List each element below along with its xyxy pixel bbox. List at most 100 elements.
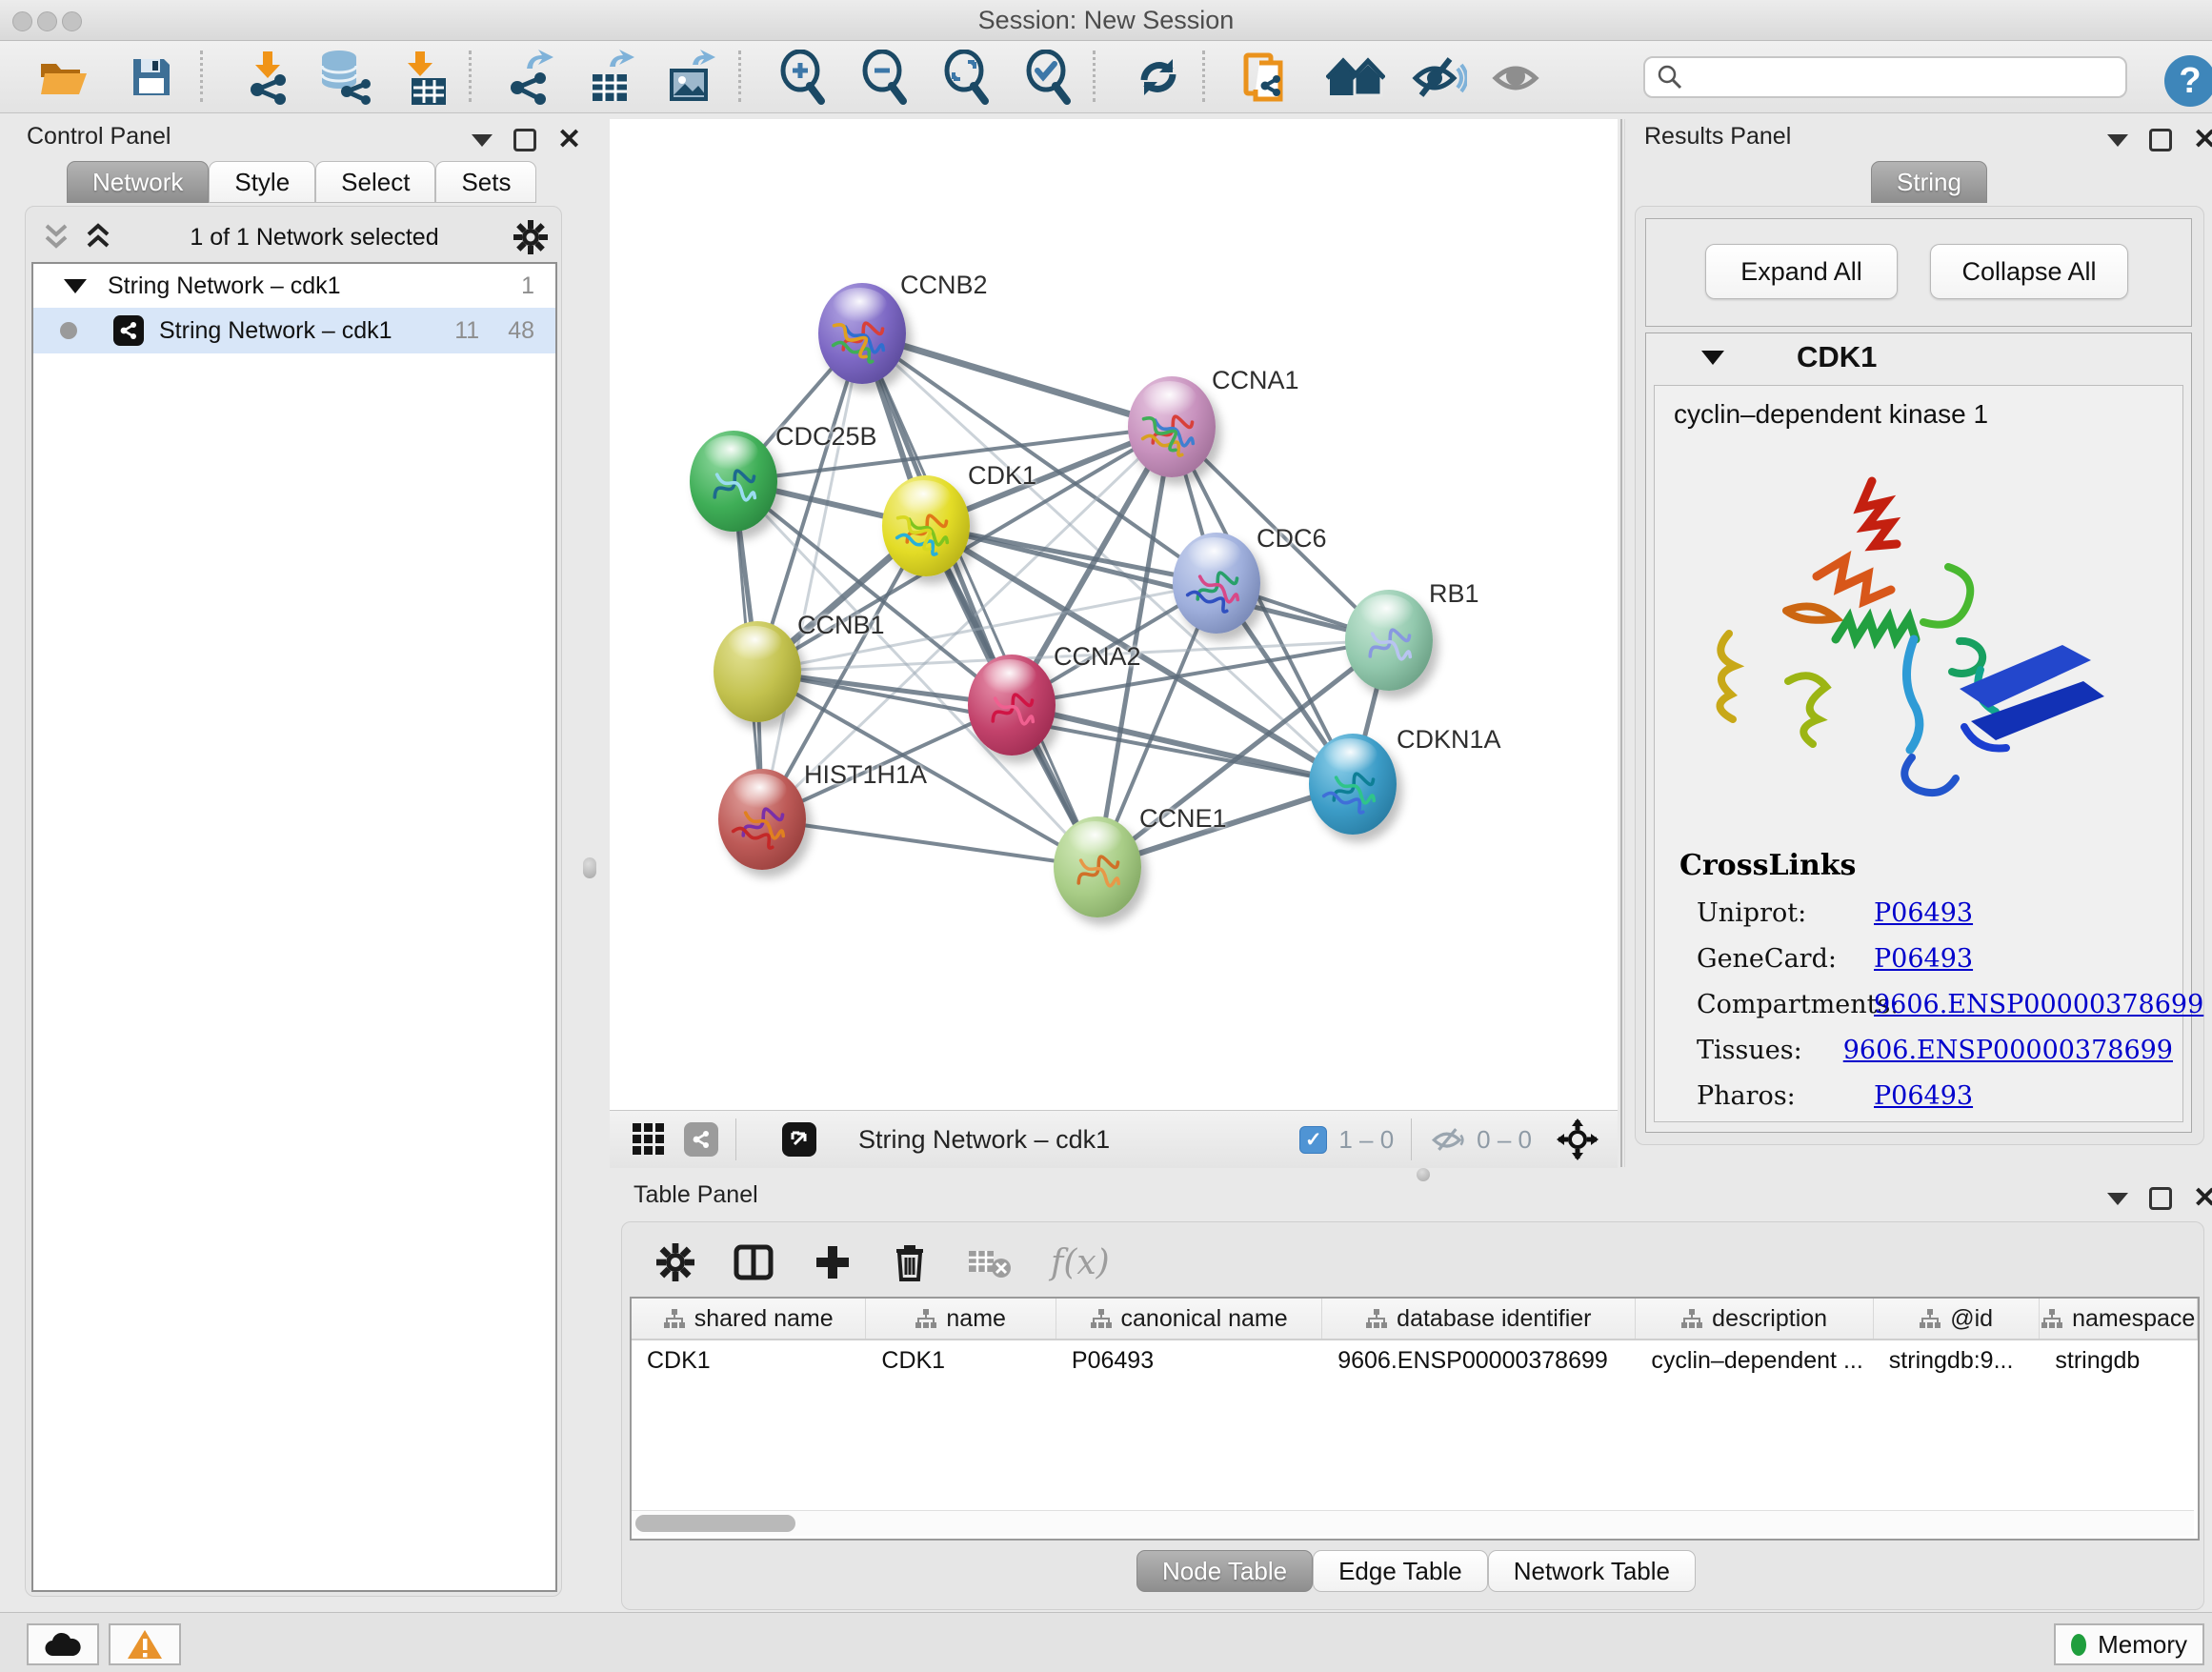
search-input[interactable]	[1691, 63, 2125, 91]
table-cell[interactable]: stringdb	[2040, 1347, 2198, 1375]
network-node-ccnb1[interactable]	[714, 621, 801, 722]
hide-selected-button[interactable]	[1410, 49, 1469, 106]
collection-expander-icon[interactable]	[64, 279, 87, 293]
column-header-namespace[interactable]: namespace	[2040, 1299, 2198, 1339]
table-row[interactable]: CDK1CDK1P064939606.ENSP00000378699cyclin…	[632, 1340, 2198, 1380]
crosslink-value-link[interactable]: 9606.ENSP00000378699	[1843, 1036, 2173, 1065]
column-header-database-identifier[interactable]: database identifier	[1322, 1299, 1636, 1339]
selected-checkbox-icon[interactable]: ✓	[1299, 1126, 1327, 1154]
save-session-button[interactable]	[122, 49, 181, 106]
crosslink-value-link[interactable]: P06493	[1874, 898, 1973, 928]
close-panel-icon[interactable]: ✕	[2193, 1190, 2212, 1207]
table-cell[interactable]: 9606.ENSP00000378699	[1322, 1347, 1636, 1375]
refresh-view-button[interactable]	[1129, 49, 1188, 106]
column-header-name[interactable]: name	[866, 1299, 1056, 1339]
show-all-button[interactable]	[1326, 49, 1385, 106]
tab-style[interactable]: Style	[209, 161, 315, 203]
network-node-cdc6[interactable]	[1173, 533, 1260, 634]
zoom-selected-button[interactable]	[1019, 49, 1078, 106]
add-column-icon[interactable]	[813, 1242, 853, 1282]
gear-icon[interactable]	[513, 220, 548, 254]
pan-crosshair-icon[interactable]	[1557, 1118, 1599, 1160]
column-header-description[interactable]: description	[1636, 1299, 1873, 1339]
maximize-panel-icon[interactable]	[2149, 129, 2172, 151]
show-hidden-button[interactable]	[1488, 49, 1547, 106]
tab-node-table[interactable]: Node Table	[1136, 1550, 1313, 1592]
table-cell[interactable]: CDK1	[632, 1347, 866, 1375]
network-node-ccna2[interactable]	[968, 655, 1056, 755]
node-label: CCNB1	[797, 611, 885, 640]
tab-network[interactable]: Network	[67, 161, 209, 203]
float-panel-icon[interactable]	[2107, 1193, 2128, 1205]
column-header-shared-name[interactable]: shared name	[632, 1299, 866, 1339]
float-panel-icon[interactable]	[2107, 134, 2128, 147]
network-row-selected[interactable]: String Network – cdk1 11 48	[33, 308, 555, 353]
show-columns-icon[interactable]	[733, 1241, 774, 1283]
network-node-cdk1[interactable]	[882, 475, 970, 576]
expand-all-button[interactable]: Expand All	[1705, 244, 1898, 299]
warning-status-button[interactable]	[109, 1623, 181, 1665]
close-panel-icon[interactable]: ✕	[2193, 131, 2212, 149]
maximize-panel-icon[interactable]	[2149, 1187, 2172, 1210]
tab-sets[interactable]: Sets	[435, 161, 536, 203]
zoom-out-button[interactable]	[855, 49, 915, 106]
results-panel-title: Results Panel	[1644, 123, 1791, 151]
delete-column-icon[interactable]	[891, 1241, 929, 1283]
gene-section-header[interactable]: CDK1	[1646, 333, 2191, 381]
help-button[interactable]: ?	[2164, 55, 2212, 107]
column-header-@id[interactable]: @id	[1874, 1299, 2041, 1339]
export-image-button[interactable]	[662, 49, 721, 106]
tab-string[interactable]: String	[1871, 161, 1987, 203]
crosslink-value-link[interactable]: P06493	[1874, 944, 1973, 974]
table-cell[interactable]: stringdb:9...	[1874, 1347, 2041, 1375]
network-node-ccne1[interactable]	[1054, 816, 1141, 917]
open-in-browser-icon[interactable]	[782, 1122, 816, 1157]
crosslinks-list: Uniprot:P06493GeneCard:P06493Compartment…	[1697, 898, 2173, 1127]
crosslink-value-link[interactable]: P06493	[1874, 1081, 1973, 1111]
network-node-ccna1[interactable]	[1128, 376, 1216, 477]
network-node-cdkn1a[interactable]	[1309, 734, 1397, 835]
collapse-all-icon[interactable]	[39, 222, 73, 252]
network-view-canvas[interactable]: CCNB2CCNA1CDC25BCDK1CDC6RB1CCNB1CCNA2CDK…	[610, 119, 1618, 1110]
zoom-in-button[interactable]	[774, 49, 833, 106]
maximize-panel-icon[interactable]	[513, 129, 536, 151]
cloud-status-button[interactable]	[27, 1623, 99, 1665]
import-network-from-database-button[interactable]	[314, 49, 373, 106]
crosslink-value-link[interactable]: 9606.ENSP00000378699	[1874, 990, 2203, 1019]
column-header-canonical-name[interactable]: canonical name	[1056, 1299, 1322, 1339]
network-collection-row[interactable]: String Network – cdk1 1	[33, 264, 555, 308]
tab-edge-table[interactable]: Edge Table	[1313, 1550, 1488, 1592]
panel-divider[interactable]	[1620, 119, 1622, 1167]
network-node-hist1h1a[interactable]	[718, 769, 806, 870]
search-box[interactable]	[1643, 56, 2127, 98]
network-type-badge-icon[interactable]	[684, 1122, 718, 1157]
left-splitter-handle[interactable]	[583, 857, 596, 878]
table-cell[interactable]: CDK1	[866, 1347, 1056, 1375]
float-panel-icon[interactable]	[472, 134, 493, 147]
birds-eye-grid-icon[interactable]	[631, 1121, 667, 1158]
hidden-eye-icon[interactable]	[1429, 1124, 1467, 1155]
zoom-fit-button[interactable]	[937, 49, 996, 106]
import-network-button[interactable]	[238, 49, 297, 106]
duplicate-network-button[interactable]	[1237, 49, 1296, 106]
export-network-button[interactable]	[500, 49, 559, 106]
open-folder-icon	[39, 56, 89, 98]
tab-select[interactable]: Select	[315, 161, 435, 203]
close-panel-icon[interactable]: ✕	[557, 131, 581, 149]
memory-button[interactable]: Memory	[2054, 1623, 2204, 1665]
open-session-button[interactable]	[34, 49, 93, 106]
export-table-button[interactable]	[581, 49, 640, 106]
table-cell[interactable]: cyclin–dependent ...	[1636, 1347, 1873, 1375]
network-node-ccnb2[interactable]	[818, 283, 906, 384]
network-node-cdc25b[interactable]	[690, 431, 777, 532]
collapse-all-button[interactable]: Collapse All	[1930, 244, 2128, 299]
network-tree: String Network – cdk1 1 String Network –…	[31, 262, 557, 1592]
horizontal-scrollbar[interactable]	[632, 1510, 2194, 1536]
expand-all-icon[interactable]	[81, 222, 115, 252]
table-cell[interactable]: P06493	[1056, 1347, 1322, 1375]
import-table-button[interactable]	[395, 49, 454, 106]
scrollbar-thumb[interactable]	[635, 1515, 795, 1532]
gear-icon[interactable]	[656, 1243, 694, 1281]
network-node-rb1[interactable]	[1345, 590, 1433, 691]
tab-network-table[interactable]: Network Table	[1488, 1550, 1696, 1592]
